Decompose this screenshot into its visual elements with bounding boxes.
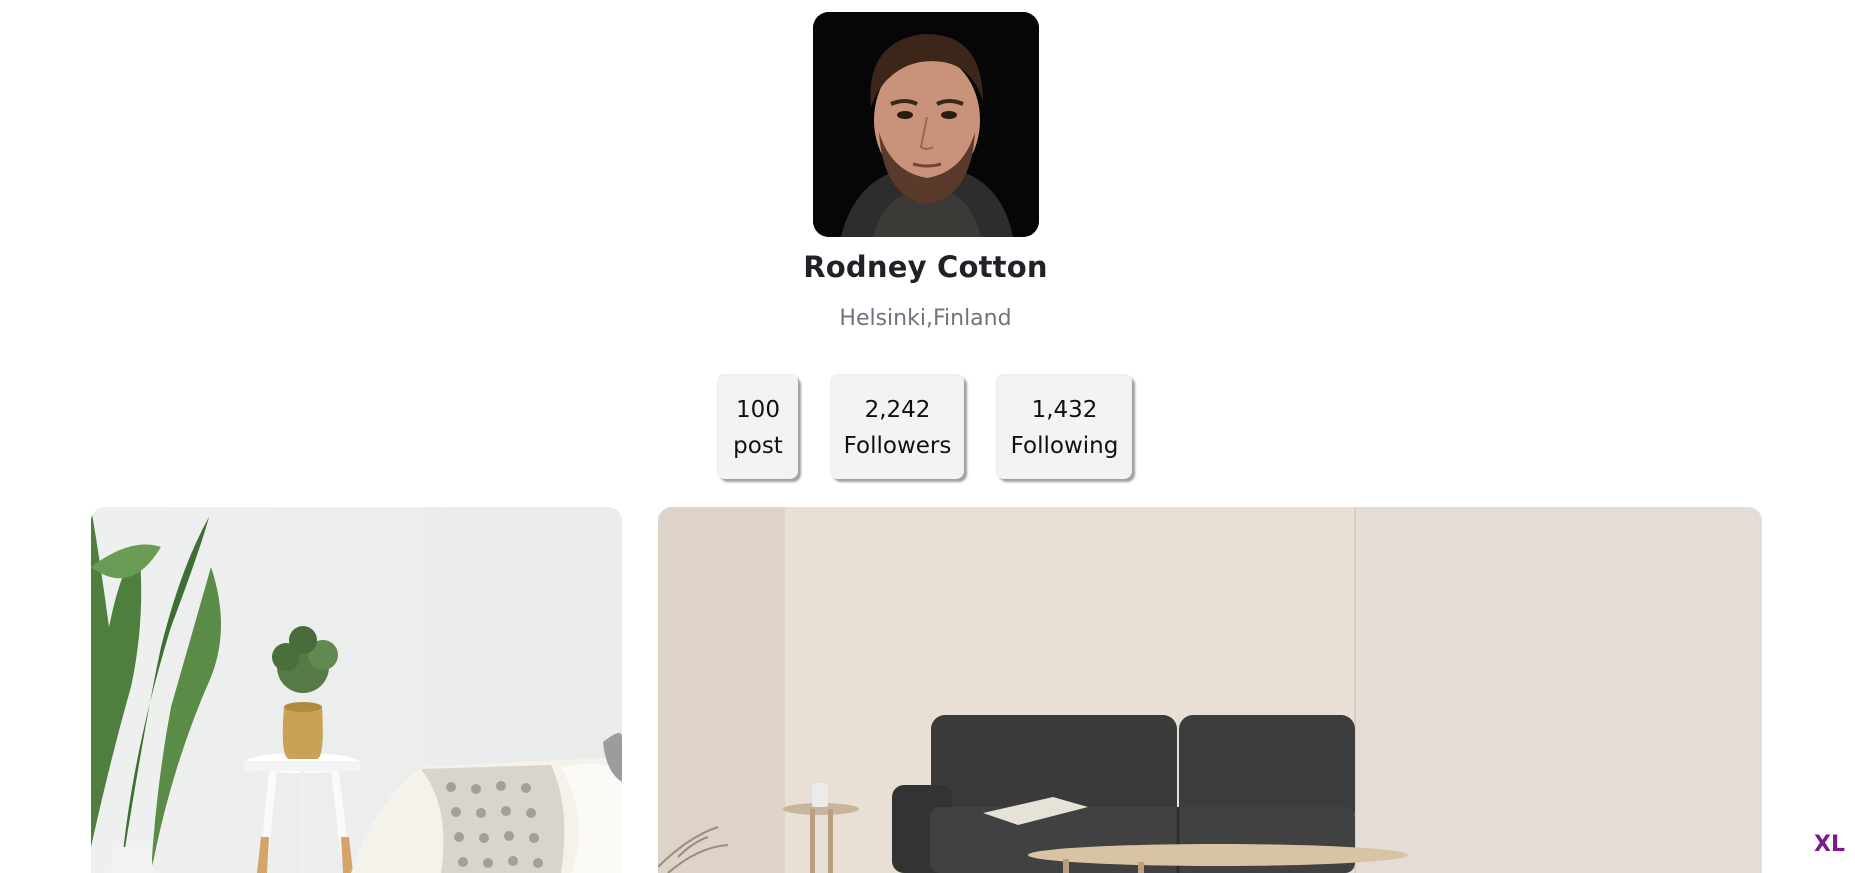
stat-following-value: 1,432 — [1031, 397, 1098, 423]
photo-side-table-plant-icon — [91, 507, 622, 873]
stat-following[interactable]: 1,432 Following — [996, 374, 1132, 479]
stat-following-label: Following — [1010, 433, 1119, 459]
stat-followers-value: 2,242 — [864, 397, 931, 423]
avatar[interactable] — [813, 12, 1039, 237]
profile-portrait-icon — [813, 12, 1039, 237]
photo-living-room-sofa-icon — [658, 507, 1762, 873]
stat-posts-value: 100 — [736, 397, 780, 423]
stat-followers-label: Followers — [843, 433, 952, 459]
profile-location: Helsinki,Finland — [839, 306, 1012, 331]
profile-name: Rodney Cotton — [803, 250, 1048, 284]
stat-followers[interactable]: 2,242 Followers — [830, 374, 964, 479]
gallery-photo-2[interactable] — [658, 507, 1762, 873]
stat-posts-label: post — [733, 433, 783, 459]
gallery-photo-1[interactable] — [91, 507, 622, 873]
profile-page: Rodney Cotton Helsinki,Finland 100 post … — [0, 0, 1855, 873]
stat-posts[interactable]: 100 post — [717, 374, 798, 479]
breakpoint-badge: XL — [1814, 832, 1845, 857]
